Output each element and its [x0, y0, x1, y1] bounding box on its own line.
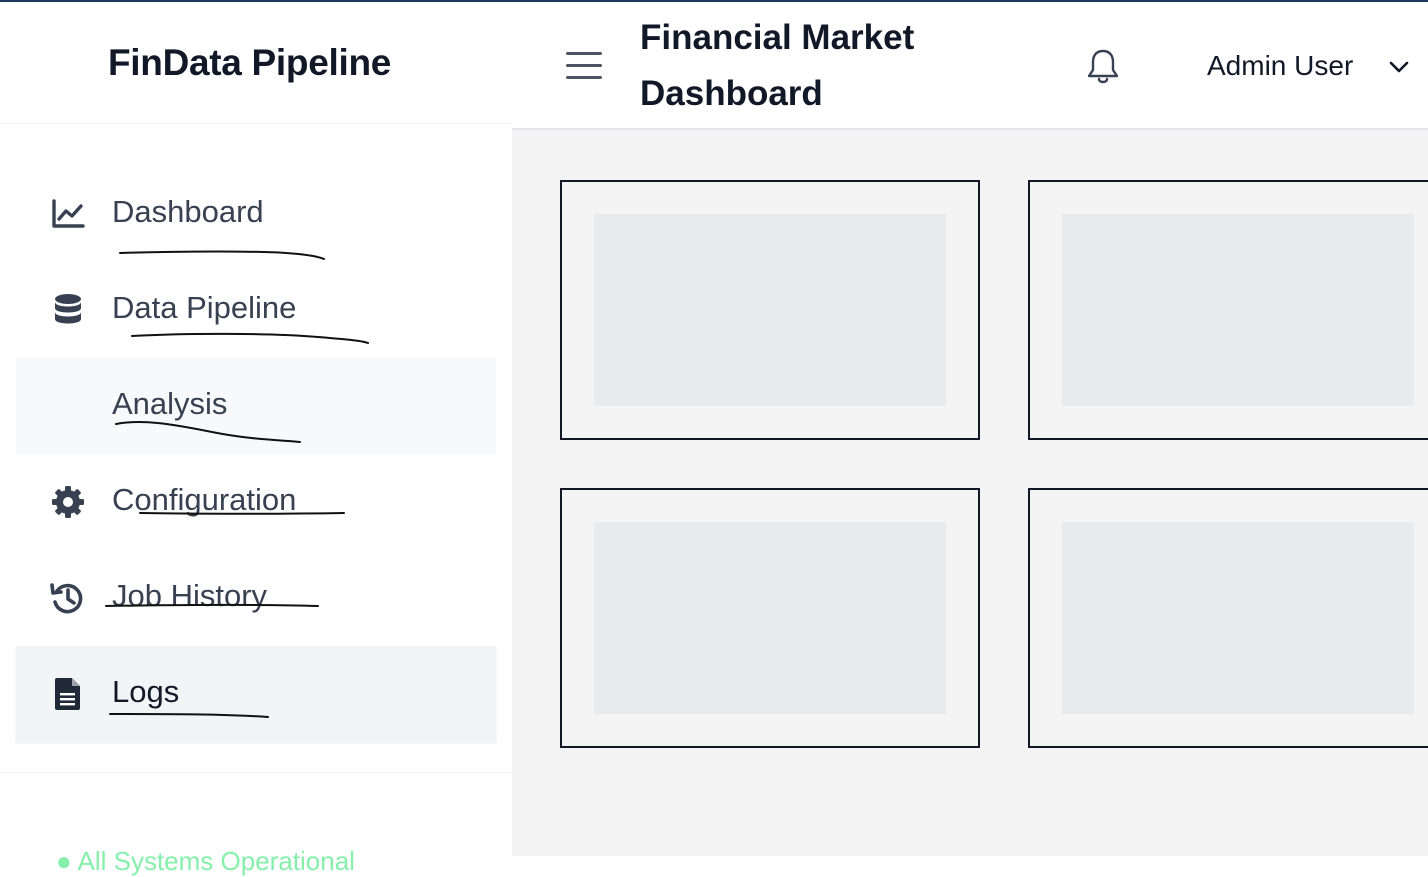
dashboard-card: [1028, 488, 1428, 748]
sidebar-item-label: Configuration: [112, 482, 297, 517]
database-icon: [50, 292, 86, 328]
chart-line-icon: [50, 196, 86, 232]
history-icon: [50, 580, 86, 616]
sidebar-item-label: Logs: [112, 674, 180, 709]
sidebar-item-data-pipeline[interactable]: Data Pipeline: [16, 262, 496, 358]
top-header: Financial Market Dashboard Admin User: [512, 2, 1428, 130]
loading-placeholder: [1062, 214, 1414, 406]
sidebar-item-logs[interactable]: Logs: [16, 646, 496, 742]
chevron-down-icon[interactable]: [1386, 54, 1412, 80]
sidebar-divider: [0, 772, 512, 773]
sidebar-nav: Dashboard Data Pipeline Analysis Configu…: [16, 166, 496, 742]
page-title: Financial Market Dashboard: [640, 18, 915, 113]
menu-icon[interactable]: [564, 48, 604, 84]
dashboard-card: [1028, 180, 1428, 440]
bell-icon[interactable]: [1086, 48, 1120, 86]
sidebar-item-analysis[interactable]: Analysis: [16, 358, 496, 454]
system-status: ● All Systems Operational: [56, 846, 355, 876]
loading-placeholder: [1062, 522, 1414, 714]
dashboard-card: [560, 488, 980, 748]
user-menu[interactable]: Admin User: [1207, 50, 1353, 82]
dashboard-card: [560, 180, 980, 440]
loading-placeholder: [594, 214, 946, 406]
gear-icon: [50, 484, 86, 520]
brand-title: FinData Pipeline: [108, 42, 392, 83]
sidebar-item-label: Dashboard: [112, 194, 264, 229]
ink-underline: [115, 421, 301, 443]
ink-underline: [131, 332, 369, 344]
sidebar-item-job-history[interactable]: Job History: [16, 550, 496, 646]
sidebar-item-label: Job History: [112, 578, 268, 613]
sidebar-item-label: Data Pipeline: [112, 290, 297, 325]
sidebar-item-label: Analysis: [112, 386, 228, 421]
brand-area: FinData Pipeline: [0, 2, 512, 124]
ink-underline: [119, 250, 325, 260]
ink-underline: [109, 713, 269, 718]
file-text-icon: [50, 676, 86, 712]
main-content: [512, 130, 1428, 856]
sidebar: FinData Pipeline Dashboard Data Pipeline…: [0, 2, 512, 876]
sidebar-item-dashboard[interactable]: Dashboard: [16, 166, 496, 262]
loading-placeholder: [594, 522, 946, 714]
sidebar-item-configuration[interactable]: Configuration: [16, 454, 496, 550]
